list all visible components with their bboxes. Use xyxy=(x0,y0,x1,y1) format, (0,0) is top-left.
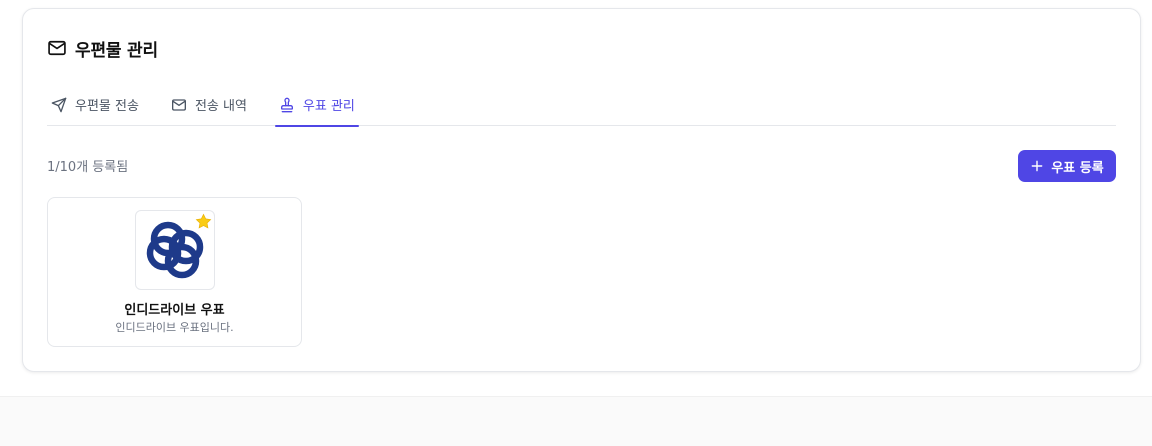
mail-icon xyxy=(47,38,67,58)
tab-label: 전송 내역 xyxy=(194,99,247,114)
tab-bar: 우편물 전송 전송 내역 우표 관리 xyxy=(47,89,1116,127)
add-stamp-label: 우표 등록 xyxy=(1051,160,1104,176)
page-footer-area xyxy=(0,396,1152,446)
star-icon[interactable] xyxy=(195,213,212,230)
stamp-name: 인디드라이브 우표 xyxy=(124,303,225,318)
mail-icon xyxy=(171,97,187,113)
tab-send-mail[interactable]: 우편물 전송 xyxy=(47,89,143,126)
stamp-description: 인디드라이브 우표입니다. xyxy=(115,321,234,334)
stamp-card[interactable]: 인디드라이브 우표 인디드라이브 우표입니다. xyxy=(47,197,302,347)
page: 우편물 관리 우편물 전송 전송 내역 우표 관리 1/10개 등록됨 우표 등… xyxy=(0,0,1152,446)
panel-header: 우편물 관리 xyxy=(47,37,158,61)
stamp-count: 1/10개 등록됨 xyxy=(47,160,129,175)
tab-label: 우표 관리 xyxy=(302,99,355,114)
stamp-icon xyxy=(279,97,295,113)
send-icon xyxy=(51,97,67,113)
mail-management-panel: 우편물 관리 우편물 전송 전송 내역 우표 관리 1/10개 등록됨 우표 등… xyxy=(22,8,1141,372)
plus-icon xyxy=(1030,159,1044,173)
tab-stamp-management[interactable]: 우표 관리 xyxy=(274,89,359,127)
panel-title: 우편물 관리 xyxy=(75,40,158,61)
add-stamp-button[interactable]: 우표 등록 xyxy=(1018,150,1116,182)
stamp-thumbnail xyxy=(135,210,215,290)
tab-label: 우편물 전송 xyxy=(75,99,139,114)
tab-send-history[interactable]: 전송 내역 xyxy=(167,89,251,126)
